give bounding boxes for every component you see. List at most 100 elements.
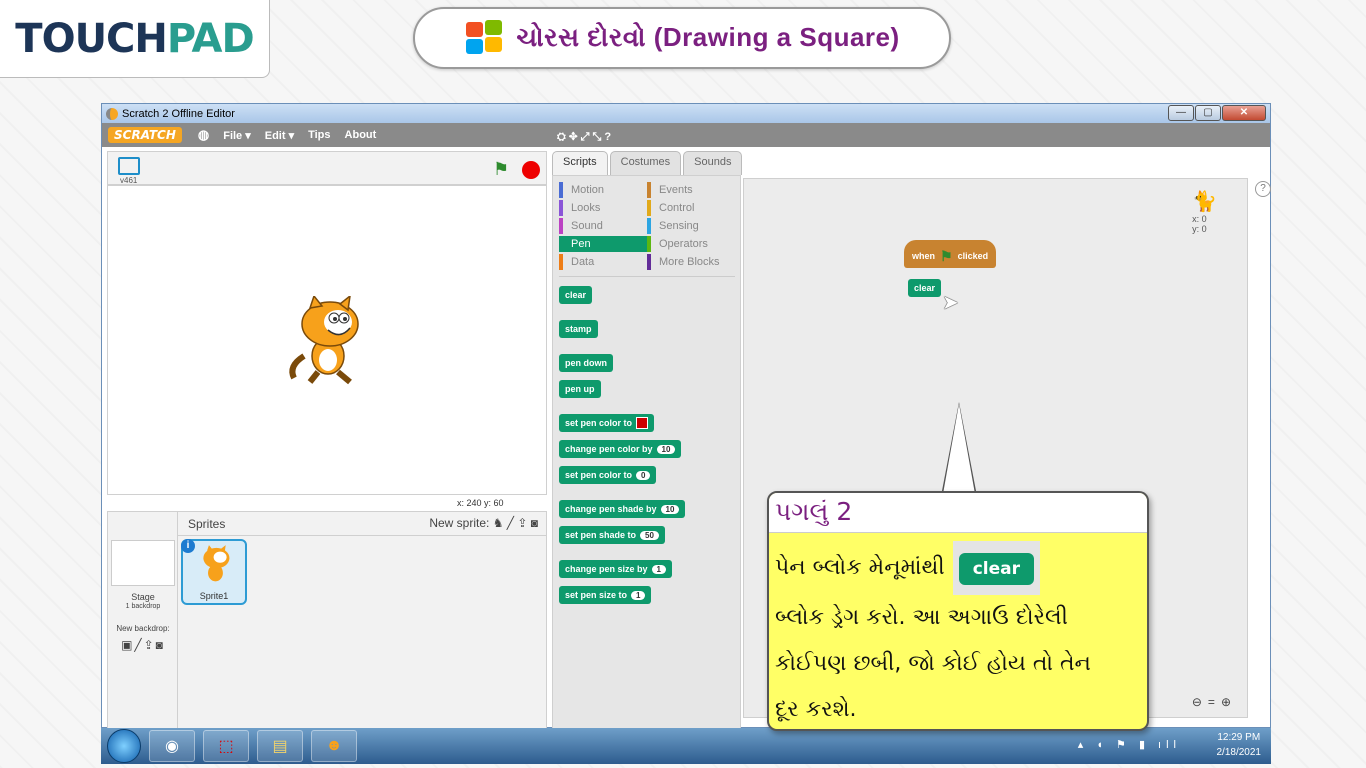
app-icon (106, 107, 118, 120)
stop-icon[interactable] (522, 161, 540, 179)
block-change-pen-color-value[interactable]: 10 (656, 444, 676, 454)
block-pen-up[interactable]: pen up (559, 380, 601, 398)
block-change-pen-size[interactable]: change pen size by 1 (559, 560, 672, 578)
when-flag-clicked-block[interactable]: when ⚑ clicked (904, 240, 997, 268)
folder-icon[interactable]: ▤ (257, 730, 303, 762)
maximize-button[interactable]: ▢ (1195, 105, 1221, 121)
scratch-cat-sprite[interactable] (284, 296, 370, 386)
sprites-header: Sprites New sprite: ♞ ╱ ⇪ ◙ (178, 512, 546, 536)
category-motion[interactable]: Motion (559, 182, 647, 198)
new-sprite-icons[interactable]: ♞ ╱ ⇪ ◙ (493, 516, 538, 530)
block-change-pen-color-label: change pen color by (565, 444, 653, 454)
start-button[interactable] (107, 729, 141, 763)
menu-edit[interactable]: Edit ▾ (265, 129, 294, 142)
chrome-icon[interactable]: ◉ (149, 730, 195, 762)
scratch-logo[interactable]: SCRATCH (108, 127, 182, 143)
sprite-cat-icon (203, 545, 230, 582)
sprite-name: Sprite1 (199, 591, 229, 601)
stage-thumbnail[interactable] (111, 540, 175, 586)
block-palette: Motion Events Looks Control Sound Sensin… (552, 175, 741, 729)
callout-line-4: દૂર કરશે. (775, 697, 857, 722)
stage-column: Stage 1 backdrop New backdrop: ▣╱⇪◙ (108, 512, 178, 728)
block-stamp[interactable]: stamp (559, 320, 598, 338)
zoom-controls[interactable]: ⊖=⊕ (1192, 695, 1237, 709)
tab-costumes[interactable]: Costumes (609, 151, 682, 175)
block-change-pen-size-label: change pen size by (565, 564, 648, 574)
stage-label: Stage (131, 592, 155, 602)
category-operators[interactable]: Operators (647, 236, 735, 252)
help-icon[interactable]: ? (1255, 181, 1271, 197)
menu-file[interactable]: File ▾ (223, 129, 251, 142)
block-pen-down[interactable]: pen down (559, 354, 613, 372)
category-more-blocks[interactable]: More Blocks (647, 254, 735, 270)
step-callout: પગલું 2 પેન બ્લોક મેનૂમાંથી clear બ્લોક ડ… (767, 491, 1149, 731)
menu-tips[interactable]: Tips (308, 129, 330, 141)
window-titlebar: Scratch 2 Offline Editor — ▢ ✕ (102, 104, 1270, 123)
clock-date: 2/18/2021 (1216, 747, 1262, 758)
sprites-pane: Stage 1 backdrop New backdrop: ▣╱⇪◙ Spri… (107, 511, 547, 729)
menu-about[interactable]: About (345, 129, 377, 141)
lesson-title-banner: ચોરસ દોરવો (Drawing a Square) (413, 7, 951, 69)
sprite-mini-cat-icon: 🐈 (1192, 191, 1217, 213)
color-swatch[interactable] (636, 417, 649, 429)
window-title: Scratch 2 Offline Editor (122, 107, 235, 120)
new-sprite-tools: New sprite: ♞ ╱ ⇪ ◙ (429, 516, 538, 530)
script-clear-block[interactable]: clear (908, 279, 942, 297)
category-events[interactable]: Events (647, 182, 735, 198)
block-set-pen-size[interactable]: set pen size to 1 (559, 586, 652, 604)
block-set-pen-size-value[interactable]: 1 (631, 590, 646, 600)
block-set-pen-color-to-value[interactable]: 0 (636, 470, 651, 480)
sprite-y: y: 0 (1192, 224, 1207, 234)
callout-pointer (943, 404, 975, 494)
block-set-pen-shade-value[interactable]: 50 (640, 530, 659, 540)
hat-when-label: when (912, 251, 936, 261)
minimize-button[interactable]: — (1168, 105, 1194, 121)
hat-clicked-label: clicked (957, 251, 989, 261)
backdrop-count: 1 backdrop (125, 603, 161, 610)
block-set-pen-color-label: set pen color to (565, 418, 633, 428)
block-set-pen-color-to[interactable]: set pen color to 0 (559, 466, 657, 484)
block-clear[interactable]: clear (559, 286, 593, 304)
close-button[interactable]: ✕ (1222, 105, 1266, 121)
category-pen[interactable]: Pen (559, 236, 647, 252)
block-change-pen-size-value[interactable]: 1 (651, 564, 666, 574)
callout-step-title: પગલું 2 (769, 493, 1147, 533)
block-set-pen-shade[interactable]: set pen shade to 50 (559, 526, 665, 544)
stage-header: v461 ⚑ (107, 151, 547, 185)
fullscreen-icon[interactable] (118, 157, 140, 175)
new-sprite-label: New sprite: (429, 516, 490, 530)
language-globe-icon[interactable]: ◍ (198, 127, 209, 143)
block-set-pen-color[interactable]: set pen color to (559, 414, 655, 432)
category-list: Motion Events Looks Control Sound Sensin… (559, 182, 735, 277)
block-change-pen-shade[interactable]: change pen shade by 10 (559, 500, 686, 518)
green-flag-icon[interactable]: ⚑ (493, 159, 509, 180)
tab-sounds[interactable]: Sounds (683, 151, 743, 175)
category-sensing[interactable]: Sensing (647, 218, 735, 234)
block-pen-up-label: pen up (565, 384, 595, 394)
tab-scripts[interactable]: Scripts (552, 151, 608, 175)
scratch-taskbar-icon[interactable]: ☻ (311, 730, 357, 762)
clock-time: 12:29 PM (1217, 732, 1261, 743)
block-set-pen-size-label: set pen size to (565, 590, 628, 600)
category-looks[interactable]: Looks (559, 200, 647, 216)
block-change-pen-color[interactable]: change pen color by 10 (559, 440, 682, 458)
category-data[interactable]: Data (559, 254, 647, 270)
block-clear-label: clear (565, 290, 587, 300)
logo-prefix: TOUCH (15, 15, 168, 62)
cursor-tools-icons[interactable]: ⛭ ✥ ⤢ ⤡ ? (557, 125, 611, 149)
category-sound[interactable]: Sound (559, 218, 647, 234)
sprite1-thumbnail[interactable]: i Sprite1 (181, 539, 247, 605)
info-icon[interactable]: i (181, 539, 195, 553)
block-change-pen-shade-value[interactable]: 10 (660, 504, 680, 514)
editor-tabs: Scripts Costumes Sounds (552, 151, 743, 175)
category-control[interactable]: Control (647, 200, 735, 216)
sprites-title: Sprites (188, 517, 226, 531)
menubar: SCRATCH ◍ File ▾ Edit ▾ Tips About (102, 123, 1270, 147)
backdrop-tools-icons[interactable]: ▣╱⇪◙ (108, 638, 178, 652)
window-controls: — ▢ ✕ (1168, 105, 1266, 121)
stage-canvas[interactable] (107, 185, 547, 495)
sprite-position-info: 🐈 x: 0 y: 0 (1192, 189, 1217, 234)
mouse-coords: x: 240 y: 60 (457, 498, 504, 508)
clock[interactable]: 12:29 PM 2/18/2021 (1217, 730, 1262, 760)
acrobat-icon[interactable]: ⬚ (203, 730, 249, 762)
